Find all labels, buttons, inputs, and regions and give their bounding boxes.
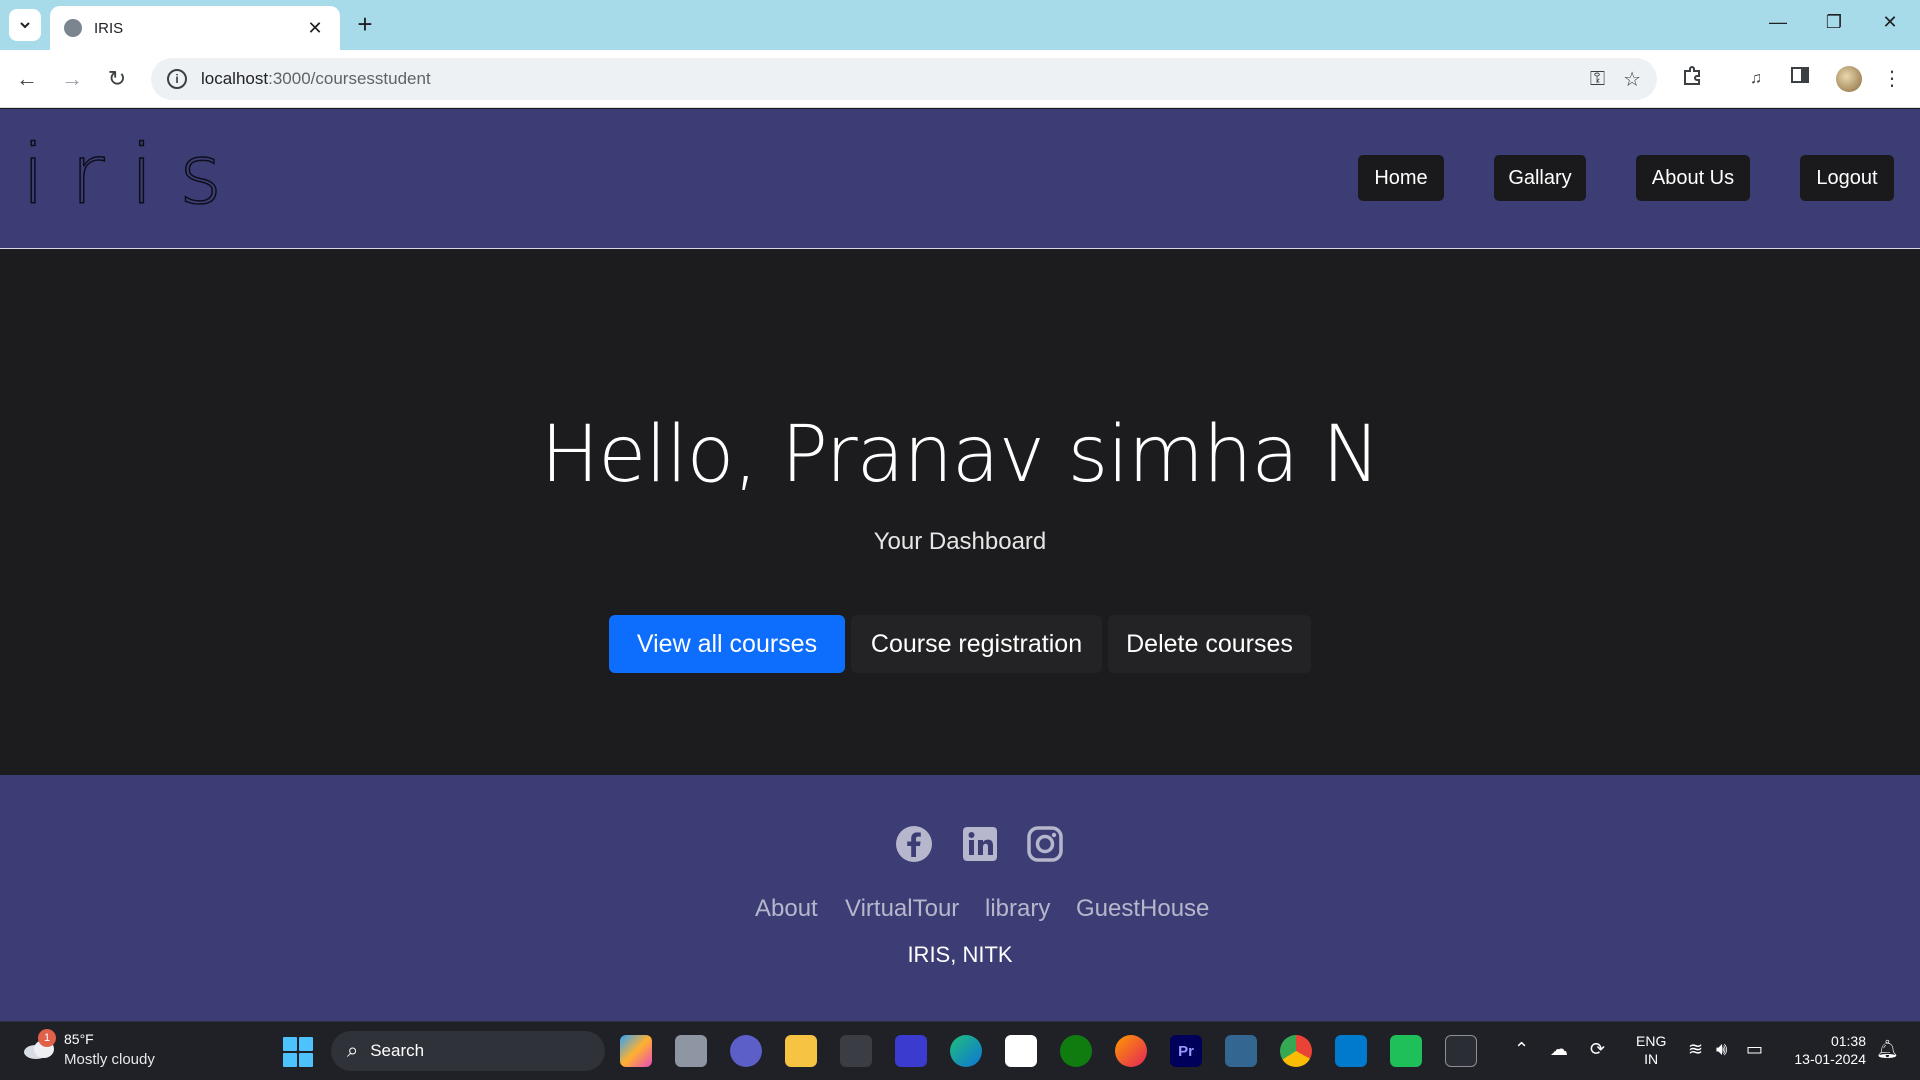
- math-app-icon[interactable]: [895, 1035, 927, 1067]
- weather-description[interactable]: Mostly cloudy: [64, 1051, 155, 1068]
- nav-home-button[interactable]: Home: [1358, 155, 1444, 201]
- more-menu-icon[interactable]: ⋮: [1878, 65, 1906, 93]
- nav-logout-button[interactable]: Logout: [1800, 155, 1894, 201]
- url-path: :3000/coursesstudent: [268, 69, 431, 88]
- weather-temperature[interactable]: 85°F: [64, 1031, 94, 1047]
- footer-link-about[interactable]: About: [755, 895, 818, 923]
- maximize-button[interactable]: ❐: [1820, 12, 1848, 33]
- tab-title: IRIS: [94, 19, 124, 37]
- sync-icon[interactable]: ⟳: [1590, 1039, 1605, 1060]
- greeting-title: Hello, Pranav simha N: [540, 410, 1381, 500]
- notification-bell-icon[interactable]: 🔔︎: [1876, 1039, 1899, 1060]
- back-button[interactable]: ←: [12, 64, 42, 94]
- chevron-down-icon: [20, 22, 30, 29]
- browser-toolbar: ← → ↻ i localhost:3000/coursesstudent ⚿ …: [0, 50, 1920, 108]
- iris-logo[interactable]: iris: [21, 134, 248, 218]
- reload-button[interactable]: ↻: [102, 64, 132, 94]
- windows-taskbar: 1 85°F Mostly cloudy ⌕ Search Pr ⌃ ☁ ⟳ E…: [0, 1021, 1920, 1080]
- forward-button[interactable]: →: [57, 64, 87, 94]
- unity-app-icon[interactable]: [840, 1035, 872, 1067]
- task-view-icon[interactable]: [675, 1035, 707, 1067]
- search-icon: ⌕: [347, 1039, 359, 1062]
- extensions-icon[interactable]: [1678, 65, 1706, 93]
- browser-tabstrip: IRIS ✕ + — ❐ ✕: [0, 0, 1920, 50]
- region-code: IN: [1644, 1051, 1659, 1067]
- taskbar-search-label: Search: [370, 1041, 425, 1060]
- globe-icon: [64, 19, 82, 37]
- dashboard-subtitle: Your Dashboard: [873, 528, 1047, 555]
- onedrive-cloud-icon[interactable]: ☁: [1550, 1039, 1568, 1060]
- postgresql-icon[interactable]: [1225, 1035, 1257, 1067]
- teams-chat-icon[interactable]: [730, 1035, 762, 1067]
- chrome-icon[interactable]: [1280, 1035, 1312, 1067]
- instagram-icon[interactable]: [1025, 824, 1065, 864]
- nav-about-us-button[interactable]: About Us: [1636, 155, 1750, 201]
- site-navbar: iris Home Gallary About Us Logout: [0, 109, 1920, 249]
- bookmark-star-icon[interactable]: ☆: [1623, 67, 1641, 92]
- browser-tab-active[interactable]: IRIS ✕: [50, 6, 340, 50]
- new-tab-button[interactable]: +: [352, 11, 378, 38]
- nav-gallary-button[interactable]: Gallary: [1494, 155, 1586, 201]
- volume-icon[interactable]: 🔊︎: [1716, 1039, 1727, 1060]
- linkedin-icon[interactable]: [960, 824, 1000, 864]
- course-registration-button[interactable]: Course registration: [851, 615, 1102, 673]
- taskbar-search[interactable]: ⌕ Search: [331, 1031, 605, 1071]
- view-all-courses-button[interactable]: View all courses: [609, 615, 845, 673]
- site-info-icon[interactable]: i: [167, 69, 187, 89]
- file-explorer-icon[interactable]: [785, 1035, 817, 1067]
- microsoft-store-icon[interactable]: [1005, 1035, 1037, 1067]
- language-code: ENG: [1636, 1033, 1667, 1049]
- terminal-icon[interactable]: [1445, 1035, 1477, 1067]
- weather-badge: 1: [38, 1029, 56, 1047]
- delete-courses-button[interactable]: Delete courses: [1108, 615, 1311, 673]
- address-bar[interactable]: i localhost:3000/coursesstudent ⚿ ☆: [151, 58, 1657, 100]
- address-url[interactable]: localhost:3000/coursesstudent: [201, 69, 1572, 89]
- copilot-app-icon[interactable]: [620, 1035, 652, 1067]
- side-panel-icon[interactable]: [1786, 65, 1814, 93]
- tab-search-button[interactable]: [9, 9, 41, 41]
- system-clock[interactable]: 01:38 13-01-2024: [1786, 1032, 1866, 1068]
- xbox-icon[interactable]: [1060, 1035, 1092, 1067]
- site-footer: About VirtualTour library GuestHouse IRI…: [0, 775, 1920, 1021]
- windows-start-icon[interactable]: [283, 1037, 313, 1067]
- url-host: localhost: [201, 69, 269, 88]
- media-controls-icon[interactable]: ♫: [1742, 65, 1770, 93]
- github-desktop-icon[interactable]: [1390, 1035, 1422, 1067]
- wifi-icon[interactable]: ≋: [1688, 1039, 1703, 1060]
- language-indicator[interactable]: ENG IN: [1636, 1032, 1666, 1068]
- key-icon[interactable]: ⚿: [1590, 68, 1605, 91]
- tab-close-icon[interactable]: ✕: [304, 18, 326, 39]
- dashboard-hero: Hello, Pranav simha N Your Dashboard Vie…: [0, 250, 1920, 775]
- close-window-button[interactable]: ✕: [1876, 12, 1904, 33]
- vscode-icon[interactable]: [1335, 1035, 1367, 1067]
- chevron-up-icon[interactable]: ⌃: [1514, 1039, 1529, 1060]
- facebook-icon[interactable]: [894, 824, 934, 864]
- clock-time: 01:38: [1830, 1033, 1866, 1049]
- footer-link-guesthouse[interactable]: GuestHouse: [1076, 895, 1209, 923]
- minimize-button[interactable]: —: [1764, 12, 1792, 33]
- edge-browser-icon[interactable]: [950, 1035, 982, 1067]
- footer-brand: IRIS, NITK: [907, 942, 1013, 967]
- profile-avatar[interactable]: [1836, 66, 1862, 92]
- premiere-pro-icon[interactable]: Pr: [1170, 1035, 1202, 1067]
- clock-date: 13-01-2024: [1794, 1051, 1866, 1067]
- battery-icon[interactable]: ▭: [1746, 1039, 1763, 1060]
- footer-link-library[interactable]: library: [985, 895, 1050, 923]
- footer-link-virtualtour[interactable]: VirtualTour: [845, 895, 959, 923]
- firefox-icon[interactable]: [1115, 1035, 1147, 1067]
